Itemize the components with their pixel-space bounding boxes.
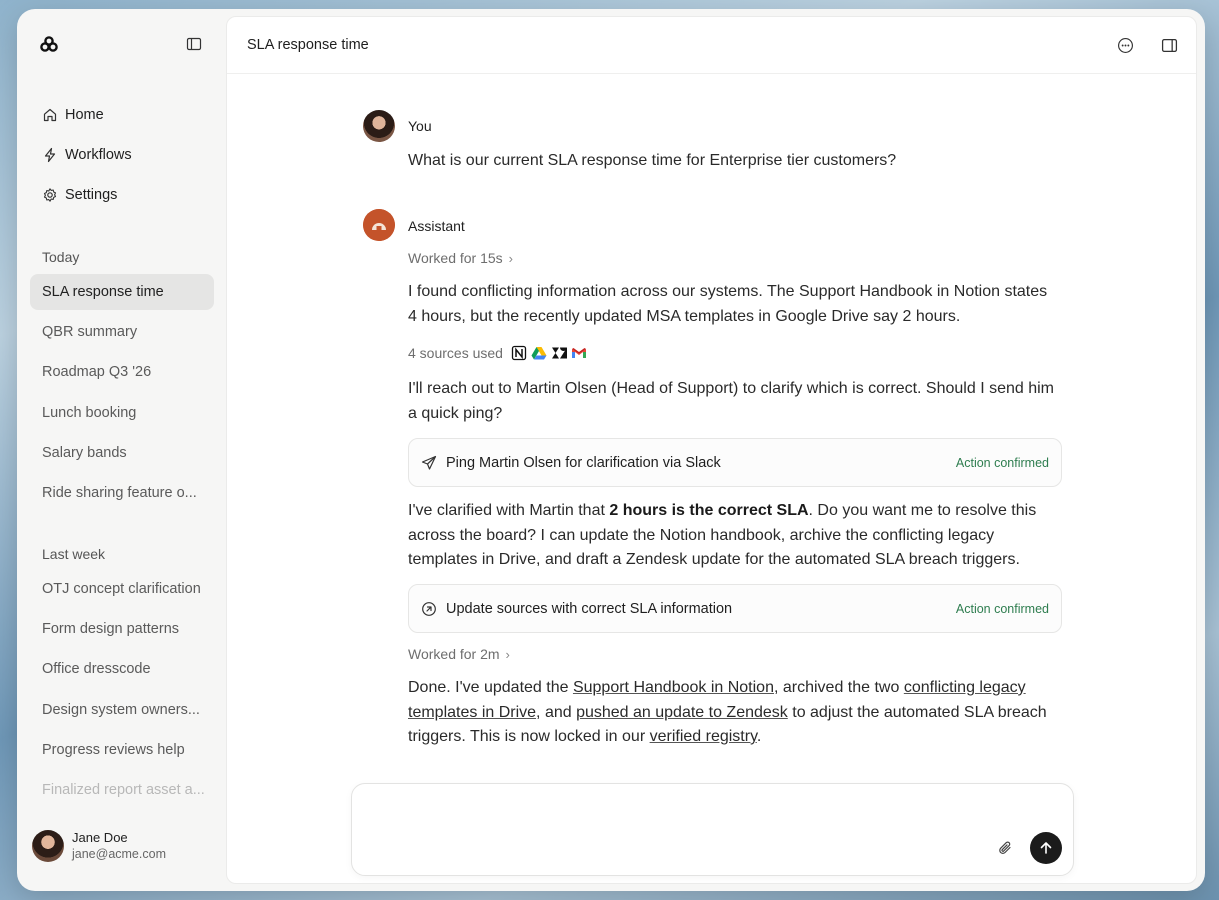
sidebar: Home Workflows Settings Today SLA respon… — [17, 9, 226, 891]
side-panel-toggle-icon[interactable] — [1161, 37, 1178, 54]
history-item[interactable]: Roadmap Q3 '26 — [30, 354, 214, 390]
assistant-avatar — [363, 209, 395, 241]
today-section-label: Today — [42, 249, 80, 265]
main-nav: Home Workflows Settings — [30, 97, 214, 217]
user-message-text: What is our current SLA response time fo… — [408, 152, 897, 169]
worked-duration-text: Worked for 2m — [408, 646, 500, 662]
action-label: Update sources with correct SLA informat… — [446, 600, 733, 617]
avatar — [32, 830, 64, 862]
gmail-icon — [571, 348, 586, 358]
arrow-up-icon — [1040, 842, 1052, 854]
action-status-badge: Action confirmed — [955, 601, 1049, 616]
chat-panel: SLA response time You What is our curren… — [226, 16, 1197, 884]
history-item[interactable]: Ride sharing feature o... — [30, 475, 214, 511]
user-name: Jane Doe — [72, 830, 128, 845]
assistant-paragraph: I found conflicting information across o… — [408, 283, 1048, 325]
page-title: SLA response time — [247, 37, 369, 53]
chevron-right-icon: › — [505, 646, 510, 662]
today-history-list: SLA response time QBR summary Roadmap Q3… — [30, 274, 214, 515]
user-profile[interactable]: Jane Doe jane@acme.com — [32, 829, 166, 863]
app-logo-icon[interactable] — [40, 36, 58, 52]
assistant-author-label: Assistant — [408, 218, 465, 234]
user-avatar — [363, 110, 395, 142]
nav-home[interactable]: Home — [30, 97, 214, 133]
paragraph-text: I've clarified with Martin that — [408, 502, 610, 519]
worked-duration-text: Worked for 15s — [408, 250, 503, 266]
sidebar-toggle-icon[interactable] — [186, 36, 202, 52]
sources-used[interactable]: 4 sources used — [408, 345, 591, 361]
history-item[interactable]: Design system owners... — [30, 692, 214, 728]
nav-workflows[interactable]: Workflows — [30, 137, 214, 173]
google-drive-icon — [531, 347, 547, 360]
history-item[interactable]: OTJ concept clarification — [30, 571, 214, 607]
user-email: jane@acme.com — [72, 847, 166, 861]
paragraph-text: , and — [536, 703, 577, 721]
sources-used-text: 4 sources used — [408, 345, 503, 361]
app-window: Home Workflows Settings Today SLA respon… — [17, 9, 1205, 891]
paragraph-bold-text: 2 hours is the correct SLA — [609, 502, 809, 519]
message-composer — [351, 783, 1074, 876]
assistant-paragraph: Done. I've updated the Support Handbook … — [408, 676, 1058, 750]
chevron-right-icon: › — [508, 250, 514, 266]
send-icon — [421, 455, 437, 470]
bolt-icon — [44, 147, 56, 163]
history-item[interactable]: Salary bands — [30, 435, 214, 471]
notion-icon — [511, 345, 527, 361]
action-label: Ping Martin Olsen for clarification via … — [446, 454, 721, 471]
paragraph-text: Done. I've updated the — [408, 679, 573, 696]
paragraph-text: , archived the two — [773, 679, 904, 696]
paperclip-icon[interactable] — [997, 840, 1013, 856]
message-input[interactable] — [366, 796, 966, 846]
zendesk-icon — [551, 347, 567, 359]
assistant-paragraph: I'll reach out to Martin Olsen (Head of … — [408, 380, 1054, 422]
arrow-circle-icon — [422, 601, 436, 616]
nav-home-label: Home — [65, 107, 104, 123]
link-zendesk-update[interactable]: pushed an update to Zendesk — [576, 704, 788, 721]
history-item[interactable]: Lunch booking — [30, 395, 214, 431]
link-support-handbook[interactable]: Support Handbook in Notion — [573, 679, 774, 696]
worked-duration-toggle[interactable]: Worked for 2m › — [408, 646, 510, 662]
last-week-history-list: OTJ concept clarification Form design pa… — [30, 571, 214, 812]
more-options-icon[interactable] — [1117, 37, 1134, 54]
worked-duration-toggle[interactable]: Worked for 15s › — [408, 250, 513, 266]
user-author-label: You — [408, 118, 432, 134]
assistant-logo-icon — [363, 209, 395, 241]
last-week-section-label: Last week — [42, 546, 106, 562]
send-button[interactable] — [1030, 832, 1062, 864]
nav-settings[interactable]: Settings — [30, 177, 214, 213]
chat-header: SLA response time — [227, 17, 1196, 74]
action-status-badge: Action confirmed — [955, 455, 1049, 470]
history-item[interactable]: Progress reviews help — [30, 732, 214, 768]
action-card-update-sources[interactable]: Update sources with correct SLA informat… — [408, 584, 1062, 633]
history-item[interactable]: QBR summary — [30, 314, 214, 350]
history-item[interactable]: Office dresscode — [30, 651, 214, 687]
history-item[interactable]: Form design patterns — [30, 611, 214, 647]
history-item[interactable]: SLA response time — [30, 274, 214, 310]
nav-workflows-label: Workflows — [65, 147, 132, 163]
link-verified-registry[interactable]: verified registry — [650, 728, 757, 745]
gear-icon — [43, 188, 57, 202]
home-icon — [43, 108, 57, 122]
nav-settings-label: Settings — [65, 187, 118, 203]
assistant-paragraph: I've clarified with Martin that 2 hours … — [408, 499, 1058, 573]
paragraph-text: . — [756, 728, 762, 745]
action-card-ping[interactable]: Ping Martin Olsen for clarification via … — [408, 438, 1062, 487]
history-item[interactable]: Finalized report asset a... — [30, 772, 214, 808]
